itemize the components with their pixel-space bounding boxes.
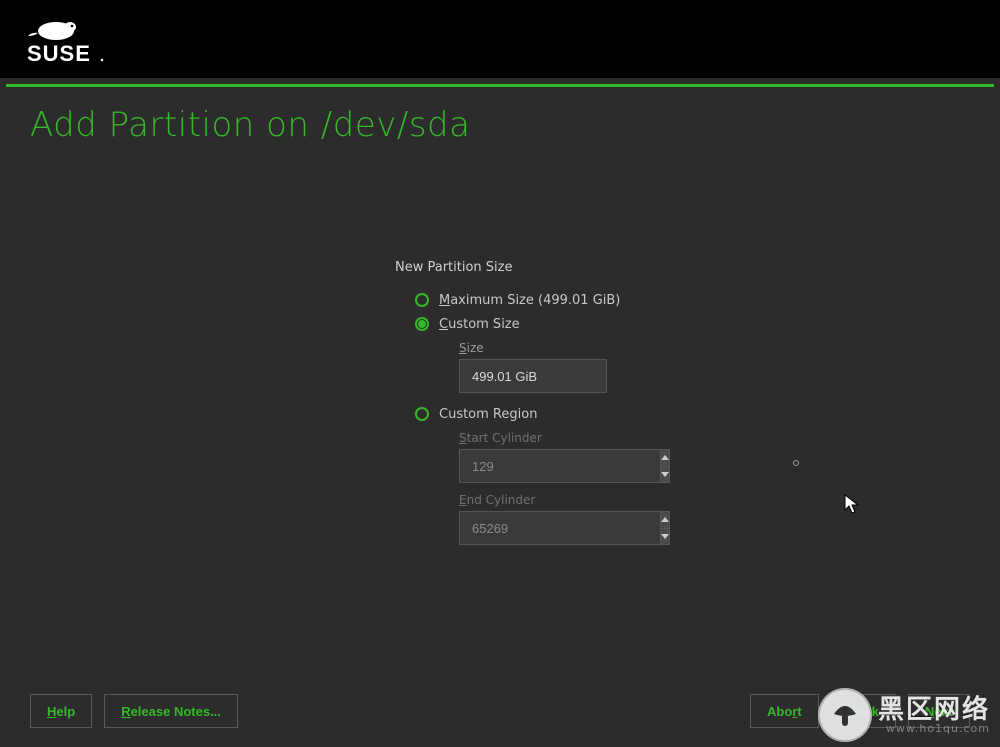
radio-custom-region[interactable]: Custom Region	[415, 403, 795, 425]
chevron-down-icon	[661, 472, 669, 477]
radio-icon	[415, 407, 429, 421]
radio-custom-size[interactable]: Custom Size	[415, 313, 795, 335]
svg-text:SUSE: SUSE	[27, 41, 91, 65]
chevron-up-icon	[661, 455, 669, 460]
page-title: Add Partition on /dev/sda	[30, 105, 970, 145]
release-notes-button[interactable]: Release Notes...	[104, 694, 238, 728]
next-button[interactable]: Next	[908, 694, 970, 728]
start-cylinder-label: Start Cylinder	[459, 431, 795, 445]
abort-button[interactable]: Abort	[750, 694, 819, 728]
end-cylinder-label: End Cylinder	[459, 493, 795, 507]
radio-label: Maximum Size (499.01 GiB)	[439, 293, 620, 308]
start-cylinder-block: Start Cylinder	[415, 431, 795, 483]
mouse-cursor-icon	[844, 494, 862, 516]
help-button[interactable]: Help	[30, 694, 92, 728]
start-cyl-up-button[interactable]	[661, 450, 669, 467]
chevron-down-icon	[661, 534, 669, 539]
size-input[interactable]	[459, 359, 607, 393]
end-cylinder-block: End Cylinder	[415, 493, 795, 545]
radio-label: Custom Region	[439, 407, 537, 422]
top-bar: SUSE	[0, 0, 1000, 78]
size-block: Size	[415, 341, 795, 393]
start-cylinder-input[interactable]	[459, 449, 660, 483]
radio-maximum-size[interactable]: Maximum Size (499.01 GiB)	[415, 289, 795, 311]
end-cyl-up-button[interactable]	[661, 512, 669, 529]
size-label: Size	[459, 341, 795, 355]
section-label: New Partition Size	[395, 260, 795, 275]
chevron-up-icon	[661, 517, 669, 522]
back-button[interactable]: Back	[831, 694, 896, 728]
end-cyl-down-button[interactable]	[661, 529, 669, 545]
partition-form: New Partition Size Maximum Size (499.01 …	[395, 260, 795, 555]
radio-icon	[415, 317, 429, 331]
end-cylinder-input[interactable]	[459, 511, 660, 545]
suse-logo: SUSE	[18, 13, 108, 65]
radio-label: Custom Size	[439, 317, 520, 332]
radio-icon	[415, 293, 429, 307]
start-cyl-down-button[interactable]	[661, 467, 669, 483]
bottom-bar: Help Release Notes... Abort Back Next	[0, 675, 1000, 747]
